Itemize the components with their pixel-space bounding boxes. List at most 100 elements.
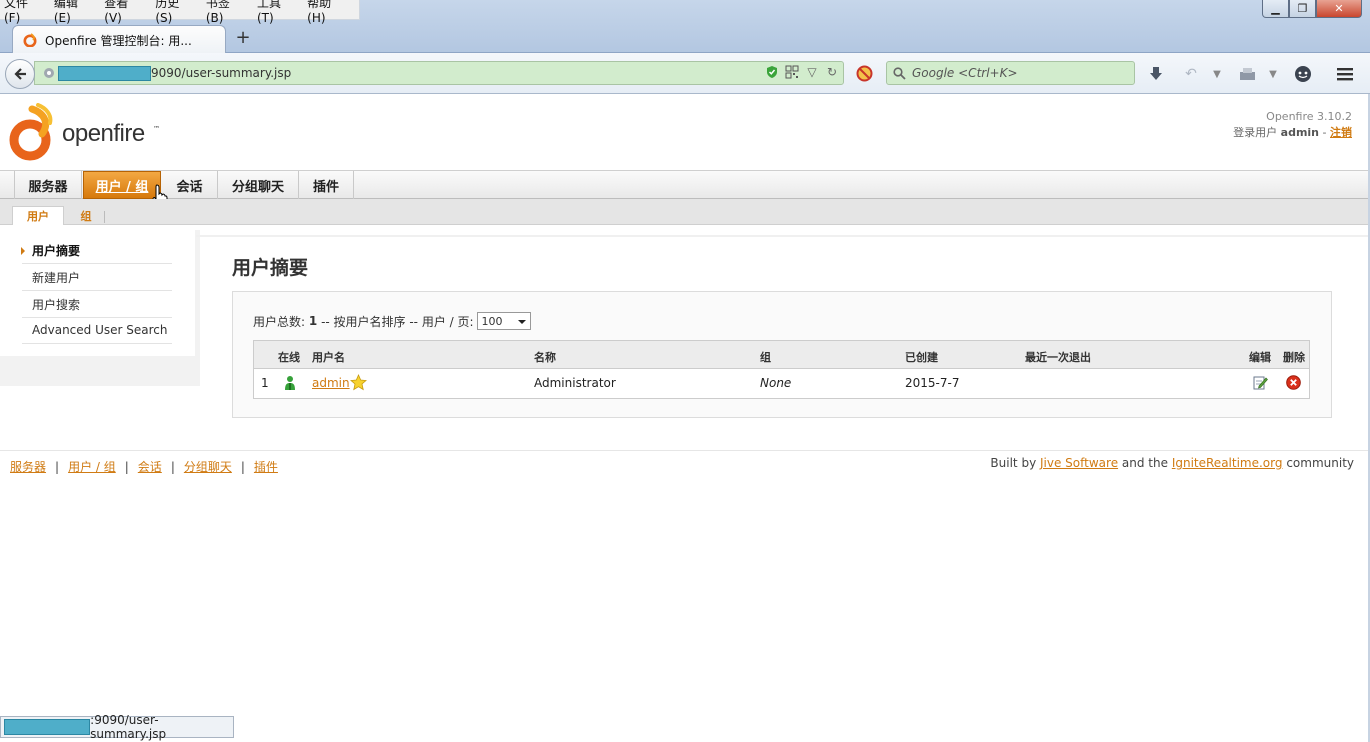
undo-close-icon[interactable]: ↶ — [1181, 64, 1201, 84]
noscript-icon[interactable] — [856, 65, 873, 82]
sidebar-panel: 用户摘要 新建用户 用户搜索 Advanced User Search — [0, 230, 195, 356]
menu-tools[interactable]: 工具(T) — [257, 0, 296, 25]
footer-separator: | — [170, 459, 175, 474]
main-tabs: 服务器 用户 / 组 会话 分组聊天 插件 — [0, 170, 1370, 199]
print-icon[interactable] — [1237, 64, 1257, 84]
navigation-toolbar: 9090/user-summary.jsp ▽ ↻ Google <Ctrl+K… — [0, 53, 1370, 94]
tab-plugins[interactable]: 插件 — [299, 171, 354, 199]
user-summary-panel: 用户总数: 1 -- 按用户名排序 -- 用户 / 页: 100 在线 用户名 … — [232, 291, 1332, 418]
footer-separator: | — [124, 459, 129, 474]
browser-titlebar: 文件(F) 编辑(E) 查看(V) 历史(S) 书签(B) 工具(T) 帮助(H… — [0, 0, 1370, 54]
download-icon[interactable] — [1146, 64, 1166, 84]
sidebar-item-advanced-search[interactable]: Advanced User Search — [22, 317, 172, 344]
name-cell: Administrator — [534, 376, 616, 390]
per-page-value: 100 — [481, 314, 503, 328]
header-created: 已创建 — [905, 351, 938, 364]
footer-separator: | — [240, 459, 245, 474]
reload-icon[interactable]: ↻ — [825, 65, 839, 79]
new-tab-button[interactable]: + — [234, 29, 252, 47]
header-edit: 编辑 — [1249, 351, 1271, 364]
hamburger-menu-icon[interactable] — [1335, 64, 1355, 84]
search-placeholder: Google <Ctrl+K> — [912, 66, 1018, 80]
sidebar-item-user-search[interactable]: 用户搜索 — [22, 291, 172, 318]
dropdown-history-icon[interactable]: ▽ — [805, 65, 819, 79]
edit-icon[interactable] — [1253, 375, 1268, 390]
header-name: 名称 — [534, 351, 556, 364]
undo-dropdown-icon[interactable]: ▼ — [1207, 64, 1227, 84]
openfire-logo-icon — [9, 103, 53, 161]
back-arrow-icon — [14, 68, 26, 80]
active-arrow-icon — [21, 247, 25, 255]
tab-users-groups[interactable]: 用户 / 组 — [83, 171, 161, 199]
footer-link-users-groups[interactable]: 用户 / 组 — [68, 458, 116, 475]
menu-history[interactable]: 历史(S) — [155, 0, 195, 25]
footer-credit: Built by Jive Software and the IgniteRea… — [990, 456, 1354, 470]
footer-link-server[interactable]: 服务器 — [10, 458, 46, 475]
site-identity-icon — [44, 68, 54, 78]
subtab-separator — [104, 211, 105, 223]
login-label: 登录用户 — [1233, 126, 1278, 139]
footer-divider — [0, 450, 1370, 451]
sidebar-item-label: Advanced User Search — [32, 323, 168, 337]
status-url: :9090/user-summary.jsp — [90, 713, 167, 741]
header-online: 在线 — [278, 351, 300, 364]
subtab-groups[interactable]: 组 — [66, 207, 106, 225]
menu-edit[interactable]: 编辑(E) — [54, 0, 93, 25]
sidebar-item-create-user[interactable]: 新建用户 — [22, 264, 172, 291]
per-page-select[interactable]: 100 — [476, 312, 531, 330]
url-bar[interactable]: 9090/user-summary.jsp ▽ ↻ — [34, 61, 844, 85]
browser-tab[interactable]: Openfire 管理控制台: 用... — [12, 25, 226, 54]
sidebar-item-user-summary[interactable]: 用户摘要 — [21, 237, 172, 264]
qr-code-icon[interactable] — [785, 65, 799, 79]
close-window-button[interactable]: ✕ — [1316, 0, 1362, 18]
minimize-icon: ▁ — [1271, 2, 1280, 15]
search-input[interactable]: Google <Ctrl+K> — [886, 61, 1135, 85]
header-username: 用户名 — [312, 351, 345, 364]
back-button[interactable] — [5, 59, 35, 89]
ignite-realtime-link[interactable]: IgniteRealtime.org — [1172, 456, 1283, 470]
footer-link-group-chat[interactable]: 分组聊天 — [184, 458, 232, 475]
close-icon: ✕ — [1334, 2, 1344, 15]
url-bar-icons: ▽ ↻ — [765, 65, 839, 79]
footer-link-sessions[interactable]: 会话 — [138, 458, 162, 475]
menu-bookmarks[interactable]: 书签(B) — [206, 0, 246, 25]
menu-help[interactable]: 帮助(H) — [307, 0, 348, 25]
version-label: Openfire 3.10.2 — [1266, 110, 1352, 123]
credit-mid: and the — [1121, 456, 1168, 470]
admin-star-icon — [350, 374, 367, 391]
tab-group-chat[interactable]: 分组聊天 — [218, 171, 299, 199]
openfire-logo-text: openfire — [62, 120, 145, 147]
user-online-icon — [285, 376, 295, 390]
tab-sessions[interactable]: 会话 — [162, 171, 218, 199]
total-users-label: 用户总数: — [253, 314, 306, 329]
menu-bar: 文件(F) 编辑(E) 查看(V) 历史(S) 书签(B) 工具(T) 帮助(H… — [0, 0, 360, 25]
tab-title: Openfire 管理控制台: 用... — [45, 33, 192, 48]
menu-file[interactable]: 文件(F) — [4, 0, 43, 25]
page-title: 用户摘要 — [232, 257, 309, 279]
minimize-button[interactable]: ▁ — [1262, 0, 1289, 18]
shield-icon[interactable] — [765, 65, 779, 79]
menu-view[interactable]: 查看(V) — [104, 0, 144, 25]
summary-line: 用户总数: 1 -- 按用户名排序 -- 用户 / 页: 100 — [253, 312, 531, 330]
search-icon — [893, 66, 906, 80]
credit-prefix: Built by — [990, 456, 1037, 470]
content-divider — [196, 235, 1370, 237]
jive-software-link[interactable]: Jive Software — [1040, 456, 1118, 470]
login-separator: - — [1322, 126, 1327, 139]
username-link[interactable]: admin — [312, 376, 350, 390]
login-info: 登录用户 admin - 注销 — [1233, 124, 1352, 140]
header-delete: 删除 — [1283, 351, 1305, 364]
footer-link-plugins[interactable]: 插件 — [254, 458, 278, 475]
delete-icon[interactable] — [1286, 375, 1301, 390]
footer-separator: | — [55, 459, 60, 474]
table-header: 在线 用户名 名称 组 已创建 最近一次退出 编辑 删除 — [254, 341, 1309, 369]
login-username: admin — [1280, 126, 1320, 139]
logout-link[interactable]: 注销 — [1330, 126, 1352, 139]
credit-suffix: community — [1286, 456, 1354, 470]
tab-server[interactable]: 服务器 — [14, 171, 82, 199]
feedback-icon[interactable] — [1293, 64, 1313, 84]
subtab-users[interactable]: 用户 — [12, 206, 64, 225]
header-last-logout: 最近一次退出 — [1025, 351, 1091, 364]
maximize-button[interactable]: ❐ — [1289, 0, 1316, 18]
print-dropdown-icon[interactable]: ▼ — [1263, 64, 1283, 84]
